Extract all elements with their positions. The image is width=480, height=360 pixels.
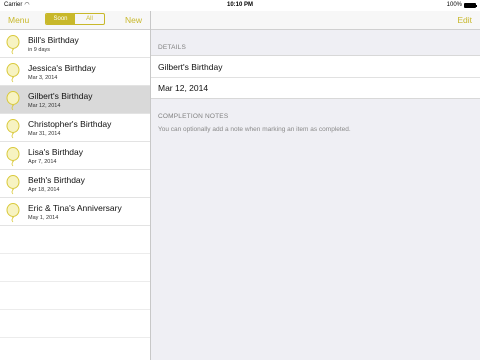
balloon-icon (6, 119, 20, 139)
list-item-title: Jessica's Birthday (28, 63, 96, 73)
empty-list-row (0, 226, 150, 254)
list-item[interactable]: Gilbert's Birthday Mar 12, 2014 (0, 86, 150, 114)
detail-pane: Edit DETAILS Gilbert's Birthday Mar 12, … (151, 11, 480, 360)
list-item-title: Christopher's Birthday (28, 119, 112, 129)
list-item-title: Bill's Birthday (28, 35, 79, 45)
list-item[interactable]: Christopher's Birthday Mar 31, 2014 (0, 114, 150, 142)
list-item-date: Apr 18, 2014 (28, 187, 60, 193)
new-button[interactable]: New (125, 15, 142, 25)
balloon-icon (6, 203, 20, 223)
list-item-date: Apr 7, 2014 (28, 159, 57, 165)
menu-button[interactable]: Menu (8, 15, 29, 25)
status-time: 10:10 PM (226, 2, 253, 8)
battery-indicator: 100% (446, 2, 477, 8)
list-item[interactable]: Bill's Birthday in 9 days (0, 30, 150, 58)
balloon-icon (6, 91, 20, 111)
edit-button[interactable]: Edit (457, 15, 472, 25)
notes-section-header: COMPLETION NOTES (158, 113, 229, 120)
completion-notes-placeholder[interactable]: You can optionally add a note when marki… (151, 124, 480, 133)
empty-list-row (0, 254, 150, 282)
list-item[interactable]: Lisa's Birthday Apr 7, 2014 (0, 142, 150, 170)
list-item-date: in 9 days (28, 47, 51, 53)
master-pane: Menu Soon All New Bill's Birthday in 9 da… (0, 11, 150, 360)
list-item[interactable]: Beth's Birthday Apr 18, 2014 (0, 170, 150, 198)
list-item-title: Eric & Tina's Anniversary (28, 203, 122, 213)
list-item-date: Mar 3, 2014 (28, 75, 58, 81)
balloon-icon (6, 175, 20, 195)
segment-soon[interactable]: Soon (46, 14, 75, 24)
list-item-title: Gilbert's Birthday (28, 91, 93, 101)
balloon-icon (6, 147, 20, 167)
status-bar: Carrier ◠ 10:10 PM 100% (0, 0, 480, 11)
list-item[interactable]: Jessica's Birthday Mar 3, 2014 (0, 58, 150, 86)
list-item-title: Lisa's Birthday (28, 147, 84, 157)
list-item-title: Beth's Birthday (28, 175, 85, 185)
list-item-date: Mar 31, 2014 (28, 131, 61, 137)
segment-all[interactable]: All (75, 14, 104, 24)
empty-list-row (0, 310, 150, 338)
list-item-date: Mar 12, 2014 (28, 103, 61, 109)
details-section-header: DETAILS (158, 44, 187, 51)
filter-segmented-control: Soon All (45, 13, 105, 25)
list-item-date: May 1, 2014 (28, 215, 59, 221)
detail-date-cell[interactable]: Mar 12, 2014 (151, 77, 480, 98)
details-group: Gilbert's Birthday Mar 12, 2014 (151, 55, 480, 99)
empty-list-row (0, 282, 150, 310)
master-nav-bar: Menu Soon All New (0, 11, 150, 30)
battery-percent: 100% (446, 2, 462, 8)
battery-icon (464, 2, 477, 8)
balloon-icon (6, 63, 20, 83)
event-list: Bill's Birthday in 9 days Jessica's Birthd… (0, 30, 150, 338)
detail-title-cell[interactable]: Gilbert's Birthday (151, 56, 480, 77)
detail-nav-bar: Edit (151, 11, 480, 30)
list-item[interactable]: Eric & Tina's Anniversary May 1, 2014 (0, 198, 150, 226)
balloon-icon (6, 35, 20, 55)
